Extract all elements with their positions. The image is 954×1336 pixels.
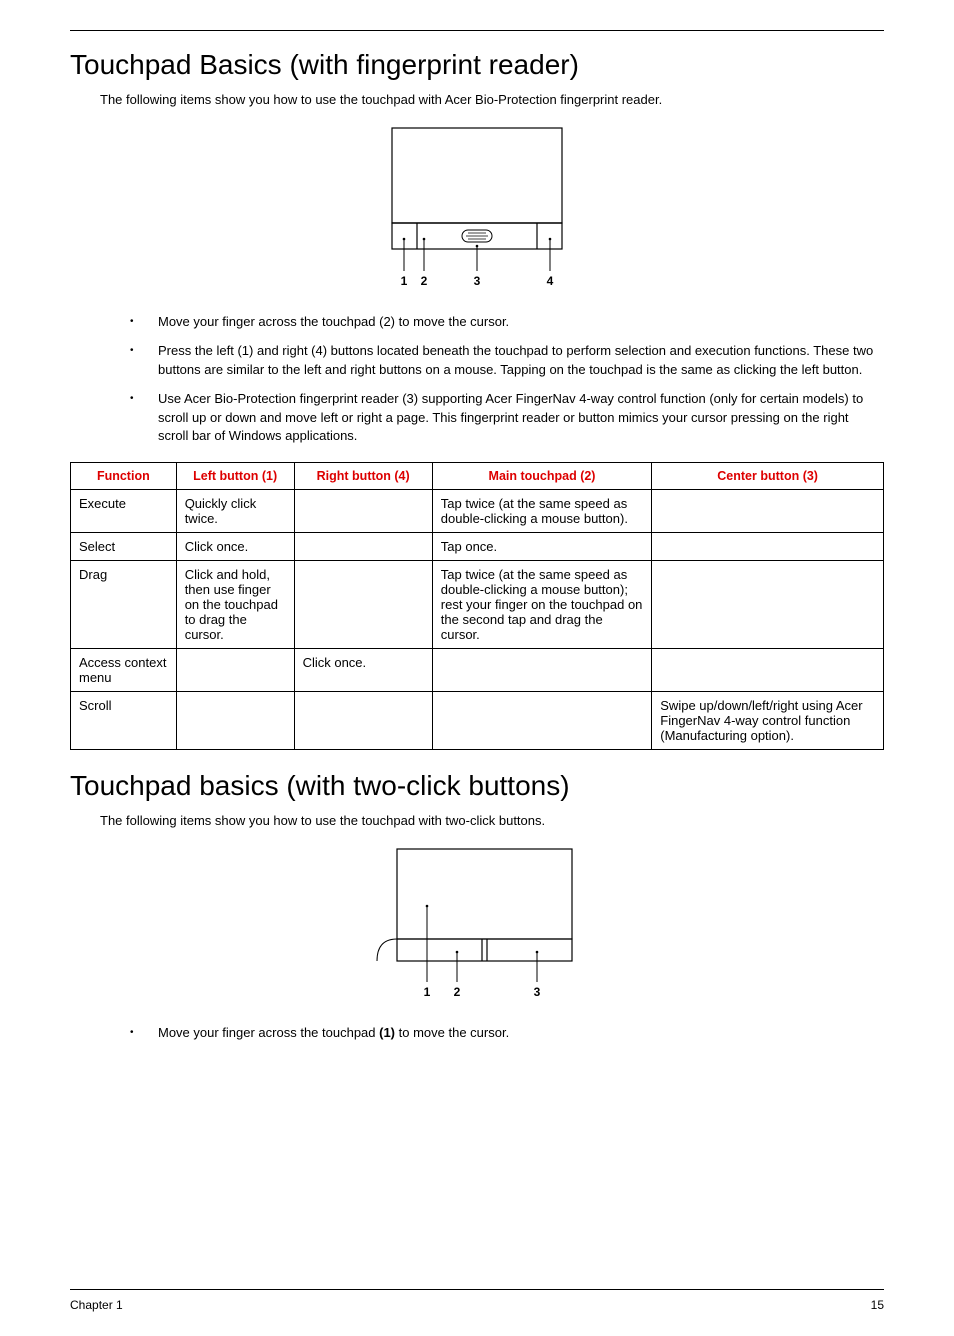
- table-cell: Tap twice (at the same speed as double-c…: [432, 561, 652, 649]
- diagram2-label-2: 2: [454, 985, 461, 999]
- table-cell: Tap once.: [432, 533, 652, 561]
- diagram2-label-3: 3: [534, 985, 541, 999]
- table-cell: Scroll: [71, 692, 177, 750]
- section2-intro: The following items show you how to use …: [100, 812, 884, 830]
- top-rule: [70, 30, 884, 31]
- list-item: Move your finger across the touchpad (2)…: [130, 313, 874, 332]
- header-left: Left button (1): [176, 463, 294, 490]
- touchpad-functions-table: Function Left button (1) Right button (4…: [70, 462, 884, 750]
- table-cell: [652, 490, 884, 533]
- table-row: Access context menu Click once.: [71, 649, 884, 692]
- table-cell: Click once.: [294, 649, 432, 692]
- section2-bullets: Move your finger across the touchpad (1)…: [130, 1024, 874, 1043]
- table-cell: [294, 692, 432, 750]
- table-row: DragClick and hold, then use finger on t…: [71, 561, 884, 649]
- table-cell: Execute: [71, 490, 177, 533]
- section2-heading: Touchpad basics (with two-click buttons): [70, 770, 884, 802]
- footer-rule: [70, 1289, 884, 1290]
- list-item: Use Acer Bio-Protection fingerprint read…: [130, 390, 874, 447]
- touchpad-fingerprint-diagram: 1 2 3 4: [362, 123, 592, 293]
- table-cell: [652, 533, 884, 561]
- table-row: SelectClick once. Tap once.: [71, 533, 884, 561]
- table-header-row: Function Left button (1) Right button (4…: [71, 463, 884, 490]
- table-cell: [294, 490, 432, 533]
- header-function: Function: [71, 463, 177, 490]
- diagram2-label-1: 1: [424, 985, 431, 999]
- table-cell: [294, 561, 432, 649]
- header-right: Right button (4): [294, 463, 432, 490]
- table-cell: [432, 649, 652, 692]
- table-cell: Click once.: [176, 533, 294, 561]
- table-cell: Click and hold, then use finger on the t…: [176, 561, 294, 649]
- table-cell: [432, 692, 652, 750]
- table-cell: [652, 561, 884, 649]
- footer-page-number: 15: [871, 1298, 884, 1312]
- footer-chapter: Chapter 1: [70, 1298, 123, 1312]
- diagram1-label-3: 3: [474, 274, 481, 288]
- table-row: Scroll Swipe up/down/left/right using Ace…: [71, 692, 884, 750]
- table-cell: Select: [71, 533, 177, 561]
- table-cell: Drag: [71, 561, 177, 649]
- header-main: Main touchpad (2): [432, 463, 652, 490]
- page-footer: Chapter 1 15: [70, 1289, 884, 1312]
- table-cell: Swipe up/down/left/right using Acer Fing…: [652, 692, 884, 750]
- diagram1-label-4: 4: [547, 274, 554, 288]
- header-center: Center button (3): [652, 463, 884, 490]
- table-cell: [176, 692, 294, 750]
- table-cell: [294, 533, 432, 561]
- table-cell: Tap twice (at the same speed as double-c…: [432, 490, 652, 533]
- table-cell: [652, 649, 884, 692]
- touchpad-twoclick-diagram: 1 2 3: [362, 844, 592, 1004]
- table-cell: Quickly click twice.: [176, 490, 294, 533]
- table-cell: Access context menu: [71, 649, 177, 692]
- table-row: ExecuteQuickly click twice. Tap twice (at…: [71, 490, 884, 533]
- diagram1-label-2: 2: [421, 274, 428, 288]
- diagram1-label-1: 1: [401, 274, 408, 288]
- section1-bullets: Move your finger across the touchpad (2)…: [130, 313, 874, 446]
- list-item: Move your finger across the touchpad (1)…: [130, 1024, 874, 1043]
- table-cell: [176, 649, 294, 692]
- section1-heading: Touchpad Basics (with fingerprint reader…: [70, 49, 884, 81]
- list-item: Press the left (1) and right (4) buttons…: [130, 342, 874, 380]
- section1-intro: The following items show you how to use …: [100, 91, 884, 109]
